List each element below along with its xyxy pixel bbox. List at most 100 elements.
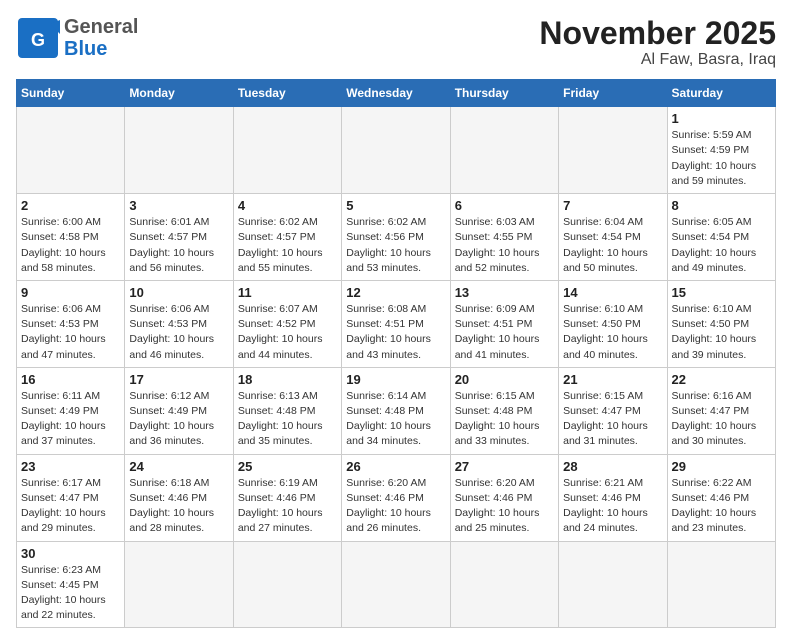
header-friday: Friday [559, 80, 667, 107]
calendar-cell [233, 107, 341, 194]
day-number: 4 [238, 198, 337, 213]
day-info: Sunrise: 5:59 AMSunset: 4:59 PMDaylight:… [672, 128, 771, 189]
day-info: Sunrise: 6:22 AMSunset: 4:46 PMDaylight:… [672, 476, 771, 537]
calendar-cell: 11 Sunrise: 6:07 AMSunset: 4:52 PMDayligh… [233, 280, 341, 367]
header: G General Blue November 2025 Al Faw, Bas… [16, 16, 776, 69]
day-number: 21 [563, 372, 662, 387]
calendar-cell [559, 541, 667, 628]
calendar-cell: 20 Sunrise: 6:15 AMSunset: 4:48 PMDayligh… [450, 367, 558, 454]
calendar-week-row: 23 Sunrise: 6:17 AMSunset: 4:47 PMDayligh… [17, 454, 776, 541]
day-info: Sunrise: 6:02 AMSunset: 4:56 PMDaylight:… [346, 215, 445, 276]
day-number: 30 [21, 546, 120, 561]
day-number: 15 [672, 285, 771, 300]
day-info: Sunrise: 6:21 AMSunset: 4:46 PMDaylight:… [563, 476, 662, 537]
day-info: Sunrise: 6:07 AMSunset: 4:52 PMDaylight:… [238, 302, 337, 363]
day-info: Sunrise: 6:13 AMSunset: 4:48 PMDaylight:… [238, 389, 337, 450]
calendar-cell: 10Sunrise: 6:06 AMSunset: 4:53 PMDayligh… [125, 280, 233, 367]
logo: G General Blue [16, 16, 138, 60]
calendar-week-row: 30 Sunrise: 6:23 AMSunset: 4:45 PMDayligh… [17, 541, 776, 628]
calendar-cell: 16 Sunrise: 6:11 AMSunset: 4:49 PMDayligh… [17, 367, 125, 454]
calendar-cell: 13 Sunrise: 6:09 AMSunset: 4:51 PMDayligh… [450, 280, 558, 367]
calendar-cell [342, 107, 450, 194]
calendar-cell: 22Sunrise: 6:16 AMSunset: 4:47 PMDayligh… [667, 367, 775, 454]
month-title: November 2025 [539, 16, 776, 51]
day-info: Sunrise: 6:10 AMSunset: 4:50 PMDaylight:… [563, 302, 662, 363]
calendar-week-row: 2Sunrise: 6:00 AMSunset: 4:58 PMDaylight… [17, 194, 776, 281]
header-monday: Monday [125, 80, 233, 107]
day-info: Sunrise: 6:11 AMSunset: 4:49 PMDaylight:… [21, 389, 120, 450]
logo-blue: Blue [64, 38, 107, 60]
calendar-cell: 1 Sunrise: 5:59 AMSunset: 4:59 PMDaylight… [667, 107, 775, 194]
day-number: 17 [129, 372, 228, 387]
day-info: Sunrise: 6:18 AMSunset: 4:46 PMDaylight:… [129, 476, 228, 537]
day-number: 13 [455, 285, 554, 300]
calendar-cell: 27 Sunrise: 6:20 AMSunset: 4:46 PMDayligh… [450, 454, 558, 541]
day-info: Sunrise: 6:15 AMSunset: 4:48 PMDaylight:… [455, 389, 554, 450]
day-info: Sunrise: 6:00 AMSunset: 4:58 PMDaylight:… [21, 215, 120, 276]
day-info: Sunrise: 6:10 AMSunset: 4:50 PMDaylight:… [672, 302, 771, 363]
day-info: Sunrise: 6:20 AMSunset: 4:46 PMDaylight:… [455, 476, 554, 537]
calendar-cell: 7 Sunrise: 6:04 AMSunset: 4:54 PMDaylight… [559, 194, 667, 281]
day-info: Sunrise: 6:04 AMSunset: 4:54 PMDaylight:… [563, 215, 662, 276]
day-number: 9 [21, 285, 120, 300]
day-number: 26 [346, 459, 445, 474]
day-number: 1 [672, 111, 771, 126]
calendar-cell: 9 Sunrise: 6:06 AMSunset: 4:53 PMDaylight… [17, 280, 125, 367]
calendar-cell [559, 107, 667, 194]
calendar-cell [667, 541, 775, 628]
day-info: Sunrise: 6:09 AMSunset: 4:51 PMDaylight:… [455, 302, 554, 363]
calendar-cell: 6 Sunrise: 6:03 AMSunset: 4:55 PMDaylight… [450, 194, 558, 281]
header-saturday: Saturday [667, 80, 775, 107]
calendar-cell [450, 541, 558, 628]
calendar-cell: 28Sunrise: 6:21 AMSunset: 4:46 PMDayligh… [559, 454, 667, 541]
header-sunday: Sunday [17, 80, 125, 107]
calendar-header-row: SundayMondayTuesdayWednesdayThursdayFrid… [17, 80, 776, 107]
day-info: Sunrise: 6:17 AMSunset: 4:47 PMDaylight:… [21, 476, 120, 537]
day-number: 24 [129, 459, 228, 474]
calendar-cell: 24 Sunrise: 6:18 AMSunset: 4:46 PMDayligh… [125, 454, 233, 541]
calendar-cell [17, 107, 125, 194]
calendar-cell: 17 Sunrise: 6:12 AMSunset: 4:49 PMDayligh… [125, 367, 233, 454]
day-number: 27 [455, 459, 554, 474]
day-info: Sunrise: 6:05 AMSunset: 4:54 PMDaylight:… [672, 215, 771, 276]
day-info: Sunrise: 6:03 AMSunset: 4:55 PMDaylight:… [455, 215, 554, 276]
calendar-cell: 15 Sunrise: 6:10 AMSunset: 4:50 PMDayligh… [667, 280, 775, 367]
day-number: 16 [21, 372, 120, 387]
calendar-cell [450, 107, 558, 194]
day-number: 11 [238, 285, 337, 300]
calendar-table: SundayMondayTuesdayWednesdayThursdayFrid… [16, 79, 776, 628]
day-number: 8 [672, 198, 771, 213]
day-info: Sunrise: 6:12 AMSunset: 4:49 PMDaylight:… [129, 389, 228, 450]
day-info: Sunrise: 6:19 AMSunset: 4:46 PMDaylight:… [238, 476, 337, 537]
calendar-cell: 21 Sunrise: 6:15 AMSunset: 4:47 PMDayligh… [559, 367, 667, 454]
calendar-week-row: 1 Sunrise: 5:59 AMSunset: 4:59 PMDaylight… [17, 107, 776, 194]
day-number: 5 [346, 198, 445, 213]
day-number: 19 [346, 372, 445, 387]
calendar-cell: 8 Sunrise: 6:05 AMSunset: 4:54 PMDaylight… [667, 194, 775, 281]
header-thursday: Thursday [450, 80, 558, 107]
calendar-cell: 25Sunrise: 6:19 AMSunset: 4:46 PMDayligh… [233, 454, 341, 541]
calendar-cell: 19 Sunrise: 6:14 AMSunset: 4:48 PMDayligh… [342, 367, 450, 454]
calendar-cell: 30 Sunrise: 6:23 AMSunset: 4:45 PMDayligh… [17, 541, 125, 628]
calendar-cell [125, 541, 233, 628]
day-info: Sunrise: 6:15 AMSunset: 4:47 PMDaylight:… [563, 389, 662, 450]
day-number: 6 [455, 198, 554, 213]
day-number: 29 [672, 459, 771, 474]
calendar-cell: 12Sunrise: 6:08 AMSunset: 4:51 PMDayligh… [342, 280, 450, 367]
day-info: Sunrise: 6:06 AMSunset: 4:53 PMDaylight:… [21, 302, 120, 363]
calendar-cell: 23 Sunrise: 6:17 AMSunset: 4:47 PMDayligh… [17, 454, 125, 541]
day-number: 7 [563, 198, 662, 213]
calendar-cell: 29 Sunrise: 6:22 AMSunset: 4:46 PMDayligh… [667, 454, 775, 541]
header-tuesday: Tuesday [233, 80, 341, 107]
day-number: 3 [129, 198, 228, 213]
day-number: 22 [672, 372, 771, 387]
svg-text:G: G [31, 30, 45, 50]
logo-icon: G [16, 16, 60, 60]
day-info: Sunrise: 6:14 AMSunset: 4:48 PMDaylight:… [346, 389, 445, 450]
day-info: Sunrise: 6:01 AMSunset: 4:57 PMDaylight:… [129, 215, 228, 276]
location-title: Al Faw, Basra, Iraq [539, 51, 776, 69]
day-info: Sunrise: 6:23 AMSunset: 4:45 PMDaylight:… [21, 563, 120, 624]
day-info: Sunrise: 6:20 AMSunset: 4:46 PMDaylight:… [346, 476, 445, 537]
day-number: 23 [21, 459, 120, 474]
day-number: 20 [455, 372, 554, 387]
